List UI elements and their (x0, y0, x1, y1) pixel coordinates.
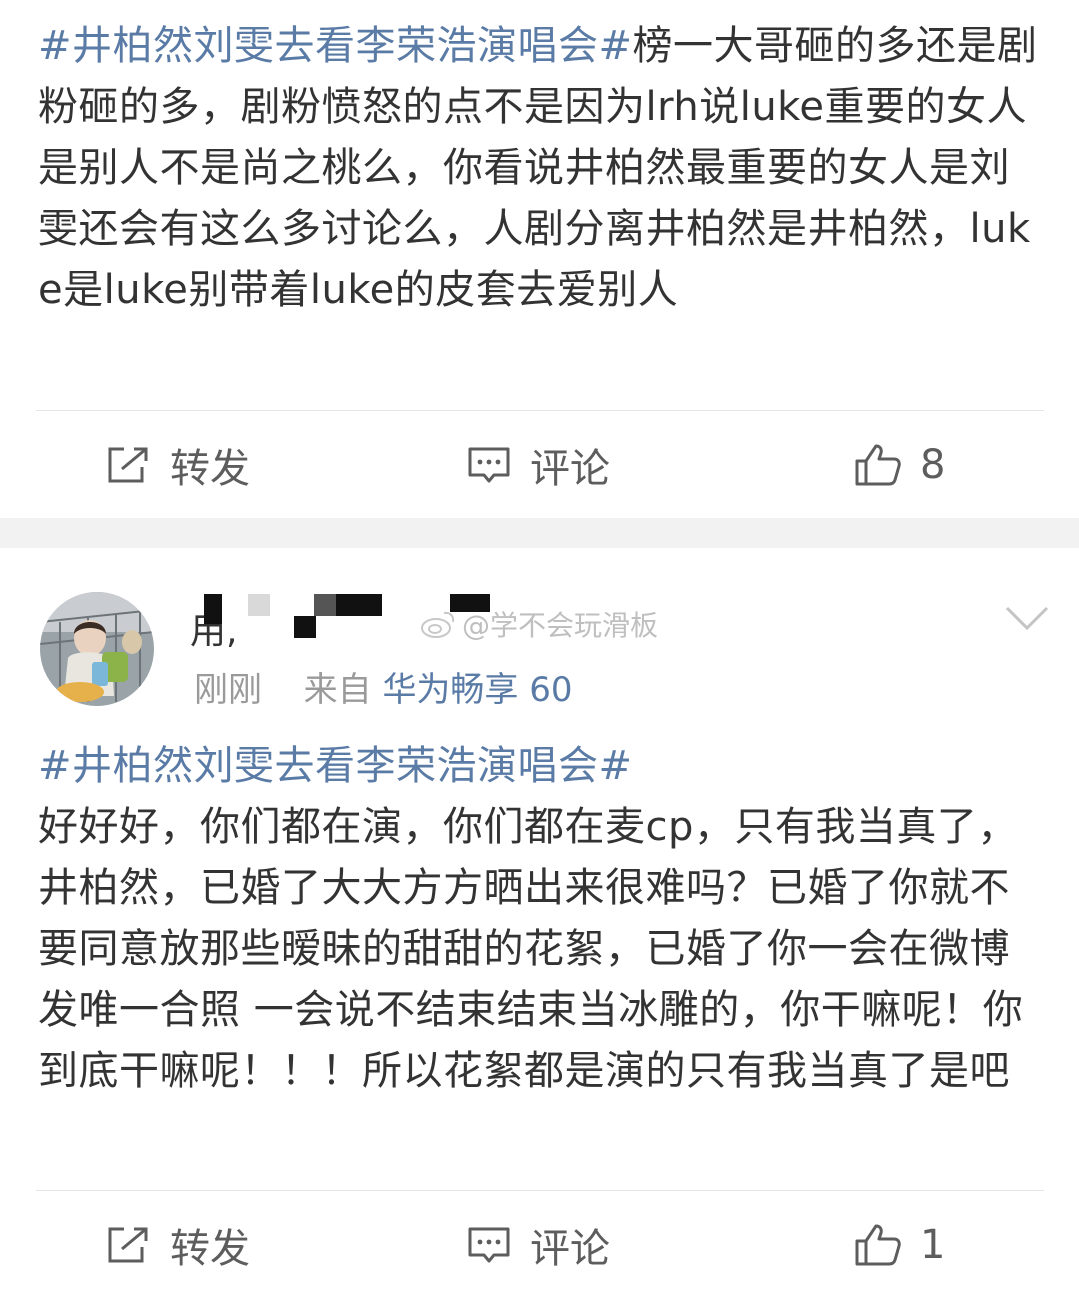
comment-label: 评论 (530, 1226, 610, 1272)
repost-button[interactable]: 转发 (106, 411, 250, 519)
like-count: 1 (920, 1222, 946, 1268)
repost-label: 转发 (170, 446, 250, 492)
username-mosaic (248, 594, 270, 616)
comment-button[interactable]: 评论 (466, 1191, 610, 1299)
post-time: 刚刚 (194, 670, 262, 710)
post-meta: 刚刚 来自 华为畅享 60 (194, 662, 573, 711)
username-mosaic (204, 594, 222, 624)
like-count: 8 (920, 442, 946, 488)
like-button[interactable]: 8 (854, 411, 945, 519)
post-body: 好好好，你们都在演，你们都在麦cp，只有我当真了，井柏然，已婚了大大方方晒出来很… (38, 804, 1024, 1094)
post-card: 用, @学不会玩滑板 刚刚 来自 华为畅享 60 #井柏然刘雯去看李荣浩演唱会#… (0, 548, 1079, 1272)
weibo-logo-icon (421, 611, 455, 638)
topic-link[interactable]: #井柏然刘雯去看李荣浩演唱会# (38, 23, 633, 69)
comment-icon (468, 1227, 510, 1263)
username-mosaic (294, 616, 316, 638)
from-label: 来自 (303, 670, 372, 710)
comment-button[interactable]: 评论 (466, 411, 610, 519)
repost-button[interactable]: 转发 (106, 1191, 250, 1299)
chevron-down-icon[interactable] (1004, 604, 1050, 632)
username-mosaic (314, 594, 338, 616)
repost-icon (108, 1227, 148, 1263)
repost-icon (108, 447, 148, 483)
post-text: #井柏然刘雯去看李荣浩演唱会#榜一大哥砸的多还是剧粉砸的多，剧粉愤怒的点不是因为… (38, 16, 1042, 321)
action-bar: 转发 评论 1 (0, 1191, 1079, 1299)
topic-link[interactable]: #井柏然刘雯去看李荣浩演唱会# (38, 743, 633, 789)
post-text: #井柏然刘雯去看李荣浩演唱会# 好好好，你们都在演，你们都在麦cp，只有我当真了，… (38, 736, 1042, 1102)
like-button[interactable]: 1 (854, 1191, 945, 1299)
watermark-text: @学不会玩滑板 (462, 609, 659, 642)
watermark: @学不会玩滑板 (420, 604, 658, 644)
action-bar: 转发 评论 8 (0, 411, 1079, 519)
post-source[interactable]: 华为畅享 60 (382, 670, 572, 710)
like-icon (855, 1224, 901, 1266)
like-icon (855, 444, 901, 486)
repost-label: 转发 (170, 1226, 250, 1272)
username-mosaic (336, 594, 382, 616)
comment-label: 评论 (530, 446, 610, 492)
post-card: #井柏然刘雯去看李荣浩演唱会#榜一大哥砸的多还是剧粉砸的多，剧粉愤怒的点不是因为… (0, 0, 1079, 518)
comment-icon (468, 447, 510, 483)
post-separator (0, 518, 1079, 548)
avatar[interactable] (40, 592, 154, 706)
